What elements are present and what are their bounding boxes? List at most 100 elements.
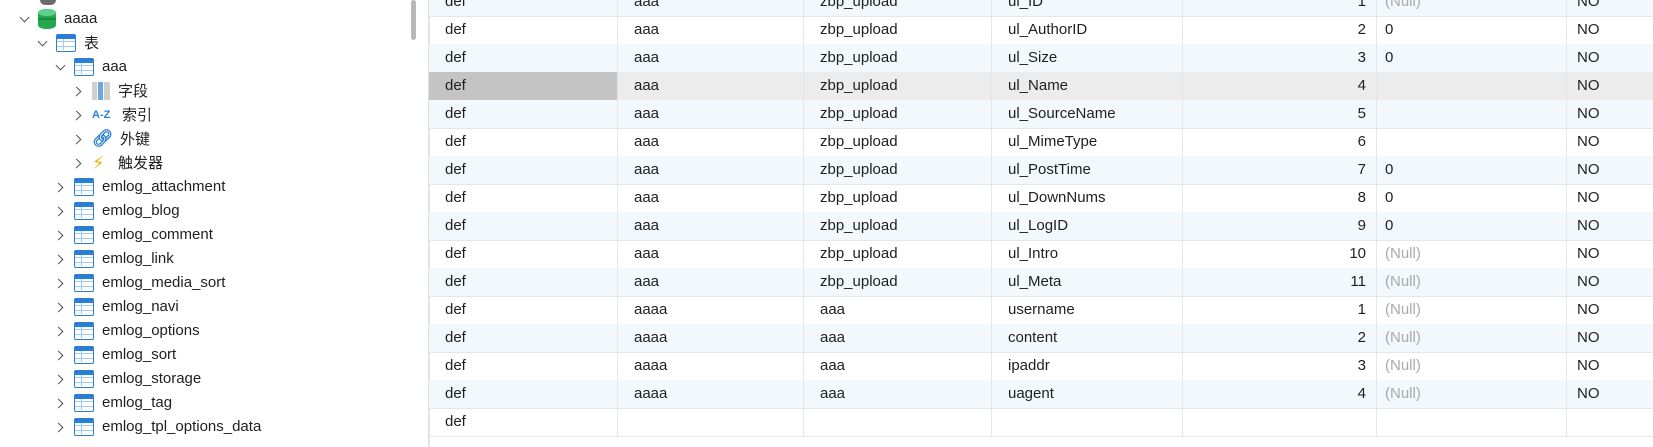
default-value-cell[interactable]: (Null) — [1377, 268, 1567, 296]
table-name-cell[interactable] — [804, 408, 992, 436]
tree-item-database[interactable]: aaaa — [18, 6, 97, 31]
table-row[interactable]: def aaa zbp_upload ul_AuthorID 2 0 NO — [429, 16, 1653, 45]
default-value-cell[interactable]: (Null) — [1377, 0, 1567, 16]
table-row[interactable]: def aaa zbp_upload ul_ID 1 (Null) NO — [429, 0, 1653, 17]
chevron-right-icon[interactable] — [54, 421, 66, 433]
catalog-cell[interactable]: def — [429, 324, 618, 352]
tree-item-table[interactable]: emlog_storage — [54, 366, 201, 391]
table-row[interactable]: def aaaa aaa ipaddr 3 (Null) NO — [429, 352, 1653, 381]
tree-item-table-aaa[interactable]: aaa — [54, 54, 127, 79]
ordinal-position-cell[interactable]: 3 — [1183, 44, 1377, 72]
schema-cell[interactable]: aaa — [618, 128, 804, 156]
column-name-cell[interactable]: ul_MimeType — [992, 128, 1183, 156]
catalog-cell[interactable]: def — [429, 380, 618, 408]
catalog-cell[interactable]: def — [429, 128, 618, 156]
table-row[interactable]: def aaa zbp_upload ul_Intro 10 (Null) NO — [429, 240, 1653, 269]
catalog-cell[interactable]: def — [429, 408, 618, 436]
is-nullable-cell[interactable]: NO — [1567, 296, 1653, 324]
ordinal-position-cell[interactable] — [1183, 408, 1377, 436]
catalog-cell[interactable]: def — [429, 0, 618, 16]
default-value-cell[interactable]: 0 — [1377, 184, 1567, 212]
chevron-right-icon[interactable] — [72, 85, 84, 97]
chevron-right-icon[interactable] — [54, 277, 66, 289]
column-name-cell[interactable]: ul_ID — [992, 0, 1183, 16]
column-name-cell[interactable]: ul_DownNums — [992, 184, 1183, 212]
default-value-cell[interactable]: 0 — [1377, 16, 1567, 44]
schema-cell[interactable]: aaa — [618, 100, 804, 128]
column-name-cell[interactable]: ul_Intro — [992, 240, 1183, 268]
column-name-cell[interactable]: username — [992, 296, 1183, 324]
column-name-cell[interactable]: ul_Name — [992, 72, 1183, 100]
table-name-cell[interactable]: aaa — [804, 352, 992, 380]
chevron-right-icon[interactable] — [54, 253, 66, 265]
ordinal-position-cell[interactable]: 4 — [1183, 72, 1377, 100]
default-value-cell[interactable]: 0 — [1377, 156, 1567, 184]
table-name-cell[interactable]: zbp_upload — [804, 184, 992, 212]
catalog-cell[interactable]: def — [429, 72, 618, 100]
table-row[interactable]: def aaa zbp_upload ul_PostTime 7 0 NO — [429, 156, 1653, 185]
default-value-cell[interactable] — [1377, 100, 1567, 128]
table-name-cell[interactable]: aaa — [804, 324, 992, 352]
table-name-cell[interactable]: zbp_upload — [804, 0, 992, 16]
schema-cell[interactable]: aaa — [618, 16, 804, 44]
schema-cell[interactable]: aaa — [618, 156, 804, 184]
default-value-cell[interactable]: (Null) — [1377, 352, 1567, 380]
default-value-cell[interactable]: (Null) — [1377, 380, 1567, 408]
column-name-cell[interactable]: ipaddr — [992, 352, 1183, 380]
chevron-right-icon[interactable] — [54, 397, 66, 409]
default-value-cell[interactable] — [1377, 72, 1567, 100]
is-nullable-cell[interactable]: NO — [1567, 128, 1653, 156]
chevron-right-icon[interactable] — [72, 109, 84, 121]
chevron-down-icon[interactable] — [54, 61, 66, 73]
ordinal-position-cell[interactable]: 6 — [1183, 128, 1377, 156]
column-name-cell[interactable]: ul_LogID — [992, 212, 1183, 240]
table-name-cell[interactable]: zbp_upload — [804, 268, 992, 296]
catalog-cell[interactable]: def — [429, 100, 618, 128]
schema-cell[interactable]: aaa — [618, 184, 804, 212]
tree-scrollbar[interactable] — [411, 0, 416, 40]
column-name-cell[interactable]: ul_PostTime — [992, 156, 1183, 184]
ordinal-position-cell[interactable]: 11 — [1183, 268, 1377, 296]
table-row[interactable]: def aaa zbp_upload ul_Name 4 NO — [429, 72, 1653, 101]
ordinal-position-cell[interactable]: 2 — [1183, 16, 1377, 44]
ordinal-position-cell[interactable]: 9 — [1183, 212, 1377, 240]
schema-cell[interactable]: aaaa — [618, 380, 804, 408]
schema-cell[interactable]: aaa — [618, 212, 804, 240]
table-row[interactable]: def aaaa aaa username 1 (Null) NO — [429, 296, 1653, 325]
is-nullable-cell[interactable]: NO — [1567, 380, 1653, 408]
catalog-cell[interactable]: def — [429, 296, 618, 324]
table-name-cell[interactable]: aaa — [804, 380, 992, 408]
ordinal-position-cell[interactable]: 5 — [1183, 100, 1377, 128]
table-row[interactable]: def aaaa aaa uagent 4 (Null) NO — [429, 380, 1653, 409]
table-row[interactable]: def — [429, 408, 1653, 437]
table-name-cell[interactable]: zbp_upload — [804, 240, 992, 268]
chevron-right-icon[interactable] — [54, 229, 66, 241]
table-row[interactable]: def aaa zbp_upload ul_SourceName 5 NO — [429, 100, 1653, 129]
default-value-cell[interactable]: (Null) — [1377, 240, 1567, 268]
column-name-cell[interactable] — [992, 408, 1183, 436]
is-nullable-cell[interactable] — [1567, 408, 1653, 436]
tree-item-table[interactable]: emlog_comment — [54, 222, 213, 247]
tree-item-table[interactable]: emlog_attachment — [54, 174, 225, 199]
tree-item-table[interactable]: emlog_link — [54, 246, 174, 271]
table-name-cell[interactable]: zbp_upload — [804, 156, 992, 184]
table-row[interactable]: def aaa zbp_upload ul_DownNums 8 0 NO — [429, 184, 1653, 213]
table-row[interactable]: def aaa zbp_upload ul_MimeType 6 NO — [429, 128, 1653, 157]
ordinal-position-cell[interactable]: 1 — [1183, 296, 1377, 324]
schema-cell[interactable]: aaaa — [618, 352, 804, 380]
table-row[interactable]: def aaa zbp_upload ul_Size 3 0 NO — [429, 44, 1653, 73]
catalog-cell[interactable]: def — [429, 184, 618, 212]
column-name-cell[interactable]: ul_Size — [992, 44, 1183, 72]
is-nullable-cell[interactable]: NO — [1567, 184, 1653, 212]
default-value-cell[interactable]: 0 — [1377, 44, 1567, 72]
ordinal-position-cell[interactable]: 3 — [1183, 352, 1377, 380]
schema-cell[interactable]: aaa — [618, 268, 804, 296]
chevron-down-icon[interactable] — [36, 37, 48, 49]
table-name-cell[interactable]: aaa — [804, 296, 992, 324]
catalog-cell[interactable]: def — [429, 156, 618, 184]
is-nullable-cell[interactable]: NO — [1567, 212, 1653, 240]
is-nullable-cell[interactable]: NO — [1567, 352, 1653, 380]
tree-item-tables-group[interactable]: 表 — [36, 30, 99, 55]
column-name-cell[interactable]: ul_SourceName — [992, 100, 1183, 128]
tree-item-table[interactable]: emlog_blog — [54, 198, 180, 223]
